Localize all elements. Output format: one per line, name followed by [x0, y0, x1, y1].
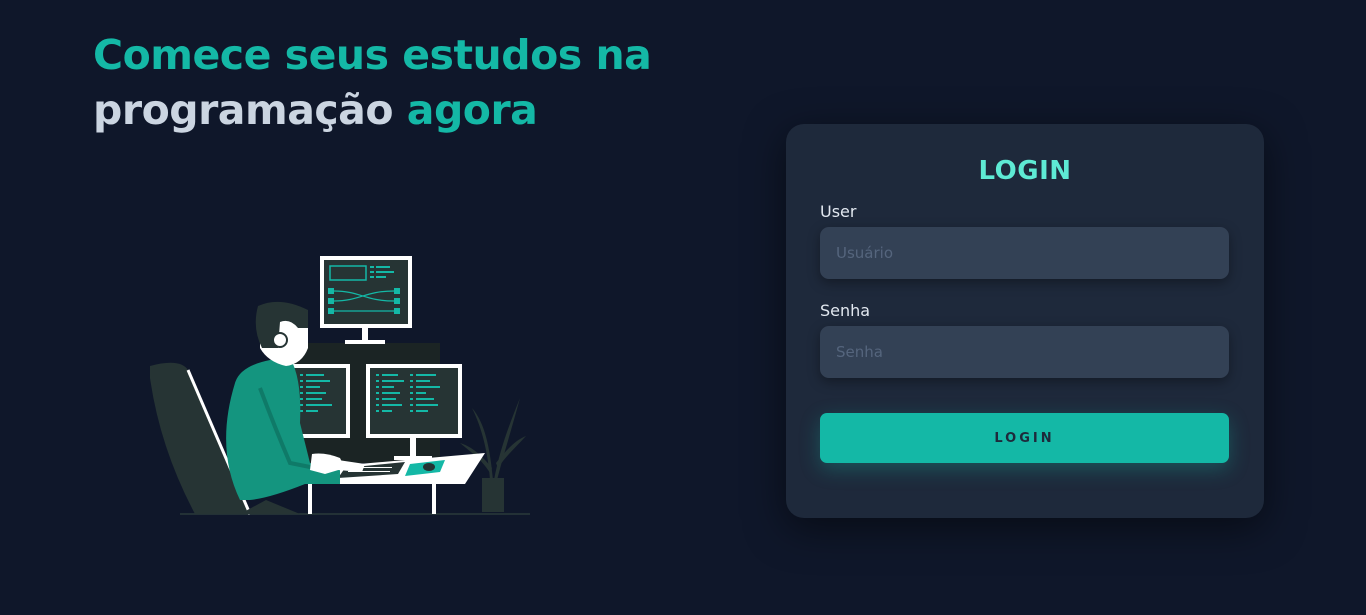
- hero-line-1: Comece seus estudos na: [93, 31, 652, 79]
- monitor-top: [320, 256, 412, 344]
- user-label: User: [820, 202, 857, 221]
- user-input[interactable]: [820, 227, 1229, 279]
- hero-highlight-word: programação: [93, 86, 394, 134]
- programmer-illustration: [150, 256, 530, 515]
- password-input[interactable]: [820, 326, 1229, 378]
- hero-line-2: programação agora: [93, 83, 651, 138]
- login-page: Comece seus estudos na programação agora: [0, 0, 1366, 615]
- password-label: Senha: [820, 301, 871, 320]
- hero-accent-word: agora: [406, 86, 538, 134]
- hero-title: Comece seus estudos na programação agora: [93, 28, 652, 138]
- login-card: LOGIN User Senha LOGIN: [786, 124, 1264, 518]
- login-button[interactable]: LOGIN: [820, 413, 1229, 463]
- login-title: LOGIN: [978, 156, 1072, 186]
